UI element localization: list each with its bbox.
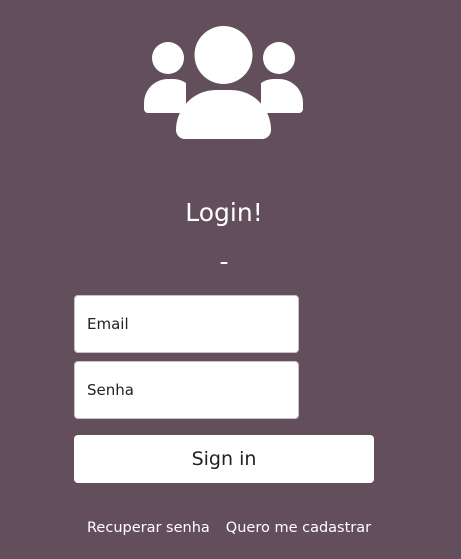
- page-title: Login!: [185, 198, 263, 227]
- users-icon: [142, 25, 305, 140]
- password-field[interactable]: [74, 361, 299, 419]
- register-link[interactable]: Quero me cadastrar: [226, 520, 371, 536]
- auth-links: Recuperar senha Quero me cadastrar: [87, 517, 371, 539]
- sign-in-button[interactable]: Sign in: [74, 435, 374, 483]
- email-field[interactable]: [74, 295, 299, 353]
- recover-password-link[interactable]: Recuperar senha: [87, 520, 210, 536]
- title-separator: -: [219, 247, 229, 276]
